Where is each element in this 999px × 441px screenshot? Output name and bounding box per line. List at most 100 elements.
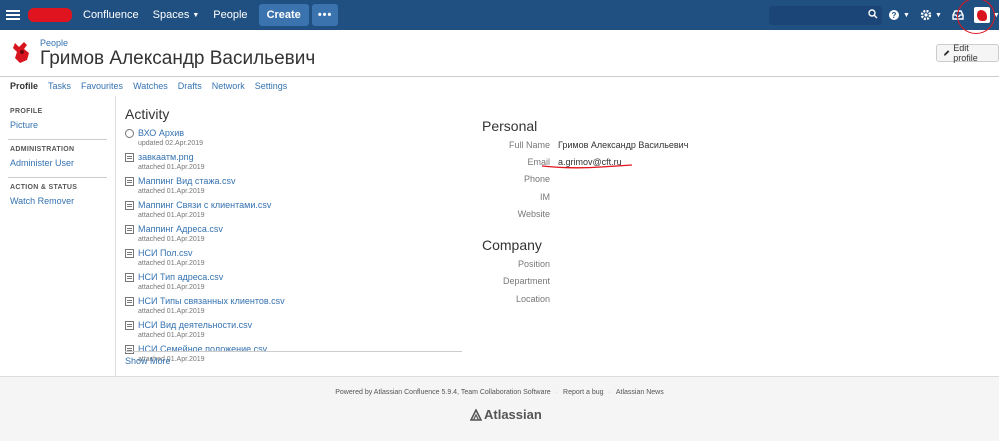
activity-link[interactable]: НСИ Типы связанных клиентов.csv [138, 296, 285, 307]
page-icon [125, 129, 134, 138]
tab-favourites[interactable]: Favourites [81, 79, 123, 93]
atlassian-news-link[interactable]: Atlassian News [616, 389, 664, 396]
file-icon [125, 297, 134, 306]
tab-drafts[interactable]: Drafts [178, 79, 202, 93]
help-menu[interactable]: ? ▼ [888, 9, 910, 21]
activity-link[interactable]: НСИ Семейное положение.csv [138, 344, 267, 355]
activity-meta: attached 01.Apr.2019 [138, 332, 205, 339]
footer-separator: · [608, 389, 611, 396]
personal-section-title: Personal [482, 118, 538, 134]
help-icon: ? [889, 10, 899, 20]
tab-profile[interactable]: Profile [10, 79, 38, 93]
email-label: Email [527, 157, 550, 167]
atlassian-logo-text: Atlassian [484, 407, 542, 422]
location-label: Location [515, 294, 550, 304]
tab-network[interactable]: Network [212, 79, 245, 93]
report-bug-link[interactable]: Report a bug [563, 389, 603, 396]
sidebar-heading-administration: ADMINISTRATION [10, 146, 75, 153]
breadcrumb-people[interactable]: People [40, 38, 68, 48]
activity-title: Activity [125, 106, 170, 122]
create-more-button[interactable]: ••• [311, 4, 339, 26]
list-item: НСИ Вид деятельности.csv attached 01.Apr.… [125, 320, 462, 340]
profile-sidebar: PROFILE Picture ADMINISTRATION Administe… [0, 96, 116, 376]
search-input[interactable] [769, 6, 869, 25]
sidebar-item-picture[interactable]: Picture [10, 120, 115, 130]
page-footer: Powered by Atlassian Confluence 5.9.4, T… [0, 376, 999, 441]
tab-settings[interactable]: Settings [255, 79, 288, 93]
full-name-label: Full Name [508, 140, 550, 150]
website-label: Website [517, 209, 550, 219]
show-more-link[interactable]: Show More [125, 356, 171, 366]
svg-text:?: ? [892, 11, 897, 20]
file-icon [125, 321, 134, 330]
list-item: Маппинг Вид стажа.csv attached 01.Apr.201… [125, 176, 462, 196]
file-icon [125, 273, 134, 282]
activity-link[interactable]: Маппинг Связи с клиентами.csv [138, 200, 271, 211]
search-box [769, 6, 882, 25]
sidebar-item-administer-user[interactable]: Administer User [10, 158, 115, 168]
list-item: завкаатм.png attached 01.Apr.2019 [125, 152, 462, 172]
list-item: Маппинг Адреса.csv attached 01.Apr.2019 [125, 224, 462, 244]
activity-link[interactable]: НСИ Пол.csv [138, 248, 205, 259]
position-label: Position [517, 259, 550, 269]
list-item: ВХО Архив updated 02.Apr.2019 [125, 128, 462, 148]
redacted-logo [28, 8, 72, 22]
tab-tasks[interactable]: Tasks [48, 79, 71, 93]
phone-label: Phone [523, 174, 550, 184]
image-icon [125, 153, 134, 162]
spaces-label: Spaces [152, 9, 190, 21]
confluence-home-link[interactable]: Confluence [76, 0, 146, 30]
activity-link[interactable]: завкаатм.png [138, 152, 205, 163]
activity-meta: attached 01.Apr.2019 [138, 260, 205, 267]
people-link[interactable]: People [206, 0, 254, 30]
file-icon [125, 225, 134, 234]
activity-link[interactable]: Маппинг Вид стажа.csv [138, 176, 235, 187]
profile-avatar [10, 39, 34, 65]
activity-meta: attached 01.Apr.2019 [138, 212, 205, 219]
red-annotation-underline [541, 164, 633, 169]
file-icon [125, 201, 134, 210]
activity-meta: attached 01.Apr.2019 [138, 188, 205, 195]
file-icon [125, 345, 134, 354]
profile-tabs: Profile Tasks Favourites Watches Drafts … [0, 77, 999, 95]
file-icon [125, 249, 134, 258]
list-item: НСИ Семейное положение.csv attached 01.Ap… [125, 344, 462, 364]
company-section-title: Company [482, 237, 542, 253]
app-switcher-icon[interactable] [6, 10, 20, 20]
activity-meta: updated 02.Apr.2019 [138, 140, 204, 147]
sidebar-heading-action-status: ACTION & STATUS [10, 184, 78, 191]
activity-link[interactable]: НСИ Тип адреса.csv [138, 272, 223, 283]
search-icon[interactable] [868, 9, 878, 19]
activity-link[interactable]: ВХО Архив [138, 128, 203, 139]
sidebar-heading-profile: PROFILE [10, 108, 43, 115]
settings-menu[interactable]: ▼ [920, 9, 942, 21]
profile-header: People Гримов Александр Васильевич Edit … [0, 30, 999, 77]
list-item: НСИ Пол.csv attached 01.Apr.2019 [125, 248, 462, 268]
footer-separator: · [555, 389, 559, 396]
activity-meta: attached 01.Apr.2019 [138, 164, 205, 171]
footer-powered-by: Powered by Atlassian Confluence 5.9.4, T… [335, 389, 551, 396]
atlassian-logo-icon [470, 408, 482, 421]
activity-meta: attached 01.Apr.2019 [138, 284, 205, 291]
chevron-down-icon: ▼ [934, 11, 942, 19]
activity-stream: Activity ВХО Архив updated 02.Apr.2019 за… [125, 106, 462, 368]
list-item: Маппинг Связи с клиентами.csv attached 01… [125, 200, 462, 220]
activity-meta: attached 01.Apr.2019 [138, 236, 205, 243]
activity-link[interactable]: Маппинг Адреса.csv [138, 224, 223, 235]
gear-icon [920, 9, 932, 21]
activity-link[interactable]: НСИ Вид деятельности.csv [138, 320, 252, 331]
chevron-down-icon: ▼ [192, 11, 200, 19]
file-icon [125, 177, 134, 186]
department-label: Department [502, 276, 550, 286]
page-title: Гримов Александр Васильевич [40, 48, 316, 69]
create-button[interactable]: Create [258, 4, 309, 26]
tab-watches[interactable]: Watches [133, 79, 168, 93]
edit-profile-button[interactable]: Edit profile [936, 43, 999, 63]
atlassian-logo: Atlassian [470, 407, 542, 422]
sidebar-item-watch-remover[interactable]: Watch Remover [10, 196, 115, 206]
im-label: IM [540, 192, 550, 202]
spaces-menu[interactable]: Spaces ▼ [146, 0, 207, 30]
full-name-value: Гримов Александр Васильевич [558, 140, 689, 150]
divider [8, 177, 107, 178]
edit-profile-label: Edit profile [953, 43, 978, 63]
